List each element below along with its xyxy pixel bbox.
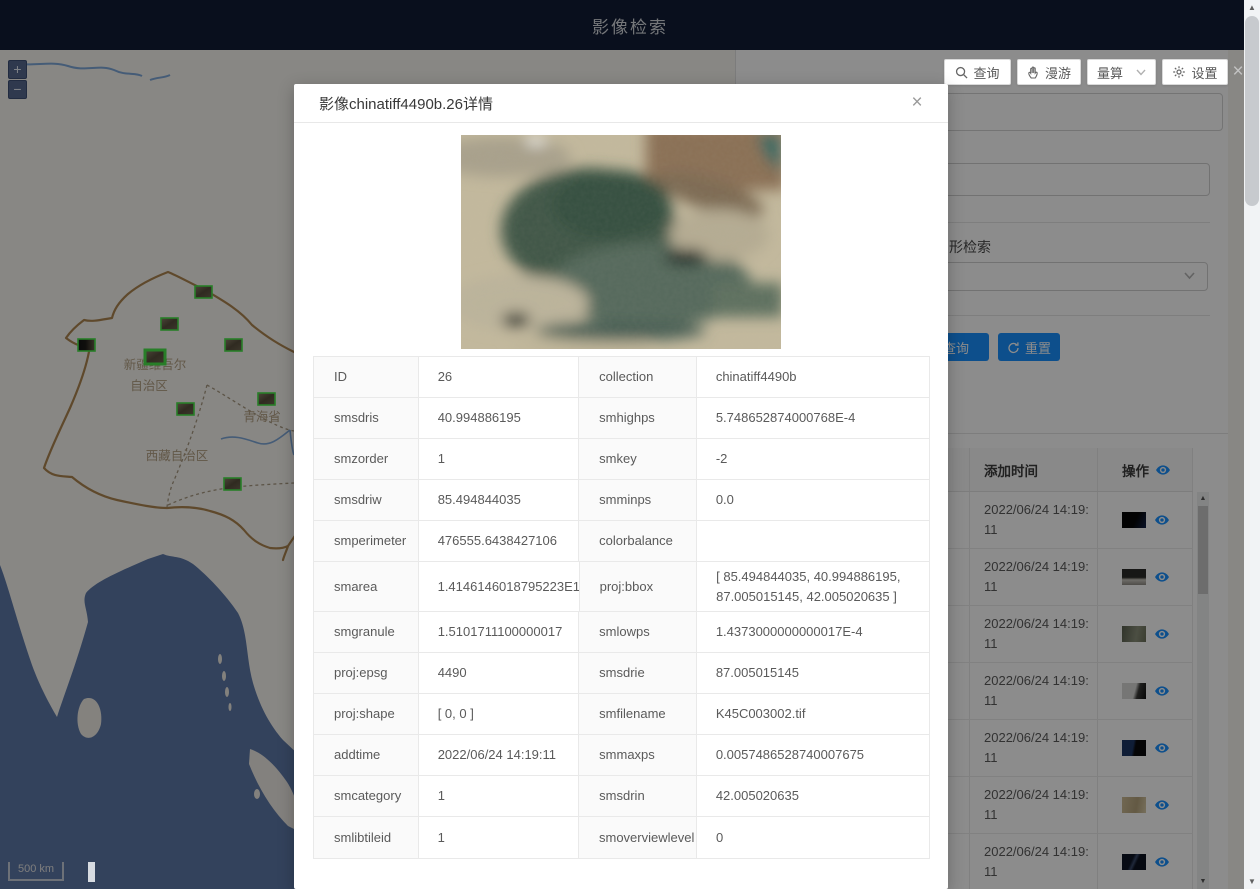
detail-key: smarea [314,562,418,611]
detail-row: smgranule 1.5101711100000017 smlowps 1.4… [314,612,929,653]
detail-row: smzorder 1 smkey -2 [314,439,929,480]
detail-key: smoverviewlevel [578,817,696,858]
modal-close-button[interactable]: × [904,90,930,116]
detail-row: smarea 1.4146146018795223E10 proj:bbox [… [314,562,929,612]
detail-key: collection [578,357,696,397]
hand-icon [1027,65,1040,79]
detail-row: proj:epsg 4490 smsdrie 87.005015145 [314,653,929,694]
detail-table: ID 26 collection chinatiff4490b smsdris … [313,356,930,859]
search-icon [955,66,968,79]
toolbar-query-button[interactable]: 查询 [944,59,1011,85]
detail-key: smperimeter [314,521,418,561]
detail-key: smkey [578,439,696,479]
detail-value: [ 0, 0 ] [418,694,578,734]
detail-key: smfilename [578,694,696,734]
toolbar-roam-button[interactable]: 漫游 [1017,59,1081,85]
detail-row: smsdriw 85.494844035 smminps 0.0 [314,480,929,521]
chevron-down-icon [1136,69,1146,76]
detail-key: smsdrie [578,653,696,693]
detail-value: 0.0 [696,480,929,520]
detail-key: smhighps [578,398,696,438]
detail-value: 0 [696,817,929,858]
page-scrollbar[interactable]: ▲ ▼ [1244,0,1260,889]
detail-value: 5.748652874000768E-4 [696,398,929,438]
toolbar-roam-label: 漫游 [1045,63,1071,82]
detail-value: 85.494844035 [418,480,578,520]
detail-key: smsdriw [314,480,418,520]
detail-key: smsdrin [578,776,696,816]
detail-value: 1.5101711100000017 [418,612,578,652]
detail-key: smzorder [314,439,418,479]
toolbar-query-label: 查询 [973,63,999,82]
detail-value: 2022/06/24 14:19:11 [418,735,578,775]
detail-row: addtime 2022/06/24 14:19:11 smmaxps 0.00… [314,735,929,776]
detail-value: 1 [418,776,578,816]
detail-value: 0.0057486528740007675 [696,735,929,775]
modal-title: 影像chinatiff4490b.26详情 [319,93,493,114]
detail-row: ID 26 collection chinatiff4490b [314,357,929,398]
page-scroll-down-arrow[interactable]: ▼ [1244,877,1260,886]
modal-header: 影像chinatiff4490b.26详情 [294,84,948,123]
detail-row: smsdris 40.994886195 smhighps 5.74865287… [314,398,929,439]
detail-value: 40.994886195 [418,398,578,438]
detail-key: smlibtileid [314,817,418,858]
detail-value: 476555.6438427106 [418,521,578,561]
detail-value: 1 [418,817,578,858]
detail-row: proj:shape [ 0, 0 ] smfilename K45C00300… [314,694,929,735]
detail-key: colorbalance [578,521,696,561]
detail-value: 1.4146146018795223E10 [418,562,579,611]
detail-key: smcategory [314,776,418,816]
detail-value: 87.005015145 [696,653,929,693]
detail-value: chinatiff4490b [696,357,929,397]
gear-icon [1172,65,1186,79]
detail-key: ID [314,357,418,397]
detail-key: proj:bbox [579,562,697,611]
detail-row: smlibtileid 1 smoverviewlevel 0 [314,817,929,858]
detail-key: addtime [314,735,418,775]
detail-value: 26 [418,357,578,397]
detail-value: [ 85.494844035, 40.994886195, 87.0050151… [696,562,929,611]
detail-value: 1.4373000000000017E-4 [696,612,929,652]
detail-value: -2 [696,439,929,479]
detail-key: smsdris [314,398,418,438]
detail-row: smperimeter 476555.6438427106 colorbalan… [314,521,929,562]
image-detail-modal: 影像chinatiff4490b.26详情 × ID 26 [294,84,948,889]
detail-row: smcategory 1 smsdrin 42.005020635 [314,776,929,817]
map-attribution-divider [88,862,95,882]
satellite-preview-image [461,135,781,349]
toolbar-settings-button[interactable]: 设置 [1162,59,1228,85]
detail-key: smgranule [314,612,418,652]
toolbar-settings-label: 设置 [1191,63,1217,82]
page-scroll-up-arrow[interactable]: ▲ [1244,3,1260,12]
detail-value: 42.005020635 [696,776,929,816]
detail-value: 1 [418,439,578,479]
detail-value [696,521,929,561]
detail-key: proj:shape [314,694,418,734]
detail-key: smlowps [578,612,696,652]
toolbar-measure-label: 量算 [1097,63,1123,82]
detail-key: smmaxps [578,735,696,775]
detail-value: 4490 [418,653,578,693]
page-scrollbar-thumb[interactable] [1245,16,1259,206]
detail-value: K45C003002.tif [696,694,929,734]
detail-key: proj:epsg [314,653,418,693]
detail-key: smminps [578,480,696,520]
toolbar-measure-select[interactable]: 量算 [1087,59,1156,85]
